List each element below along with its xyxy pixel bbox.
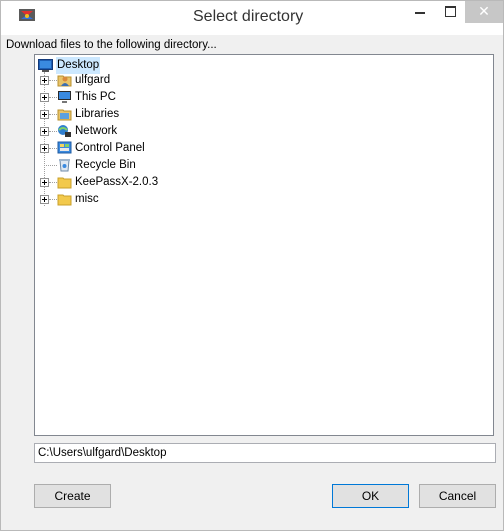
tree-item-network[interactable]: Network xyxy=(35,123,155,140)
expand-toggle[interactable] xyxy=(40,110,49,119)
tree-item-label: Control Panel xyxy=(75,142,145,154)
recycle-bin-icon xyxy=(59,159,70,172)
maximize-button[interactable] xyxy=(435,1,465,23)
tree-item-label: Network xyxy=(75,125,118,137)
folder-icon xyxy=(57,177,72,189)
create-button[interactable]: Create xyxy=(34,484,111,508)
instruction-label: Download files to the following director… xyxy=(6,39,217,51)
tree-item-label: KeePassX-2.0.3 xyxy=(75,176,159,188)
expand-toggle[interactable] xyxy=(40,195,49,204)
expand-toggle[interactable] xyxy=(40,76,49,85)
tree-item-control-panel[interactable]: Control Panel xyxy=(35,140,175,157)
tree-item-label: misc xyxy=(75,193,99,205)
directory-path-input[interactable] xyxy=(34,443,496,463)
control-panel-icon xyxy=(57,141,72,154)
expand-toggle[interactable] xyxy=(40,178,49,187)
expand-toggle[interactable] xyxy=(40,127,49,136)
tree-item-libraries[interactable]: Libraries xyxy=(35,106,155,123)
desktop-icon xyxy=(38,59,53,72)
title-bar[interactable]: Select directory ✕ xyxy=(1,1,503,35)
tree-item-label: Recycle Bin xyxy=(75,159,136,171)
expand-toggle[interactable] xyxy=(40,144,49,153)
tree-item-recycle-bin[interactable]: Recycle Bin xyxy=(35,157,175,174)
tree-item-ulfgard[interactable]: ulfgard xyxy=(35,72,155,89)
window-title: Select directory xyxy=(193,8,304,25)
expand-toggle[interactable] xyxy=(40,93,49,102)
close-button[interactable]: ✕ xyxy=(465,1,503,23)
tree-item-label: ulfgard xyxy=(75,74,111,86)
tree-item-label: This PC xyxy=(75,91,116,103)
cancel-button[interactable]: Cancel xyxy=(419,484,496,508)
tree-item-label: Libraries xyxy=(75,108,120,120)
user-folder-icon xyxy=(57,75,72,87)
network-icon xyxy=(58,125,71,137)
ok-button[interactable]: OK xyxy=(332,484,409,508)
tree-item-this-pc[interactable]: This PC xyxy=(35,89,155,106)
computer-icon xyxy=(58,91,71,103)
tree-item-misc[interactable]: misc xyxy=(35,191,155,208)
tree-item-keepassx[interactable]: KeePassX-2.0.3 xyxy=(35,174,185,191)
app-icon xyxy=(19,9,35,21)
directory-tree[interactable]: Desktop ulfgard This PC Libraries Networ… xyxy=(34,54,494,436)
minimize-button[interactable] xyxy=(405,1,435,23)
folder-icon xyxy=(57,194,72,206)
libraries-icon xyxy=(57,109,72,121)
select-directory-dialog: Select directory ✕ Download files to the… xyxy=(0,0,504,531)
close-icon: ✕ xyxy=(478,3,490,19)
